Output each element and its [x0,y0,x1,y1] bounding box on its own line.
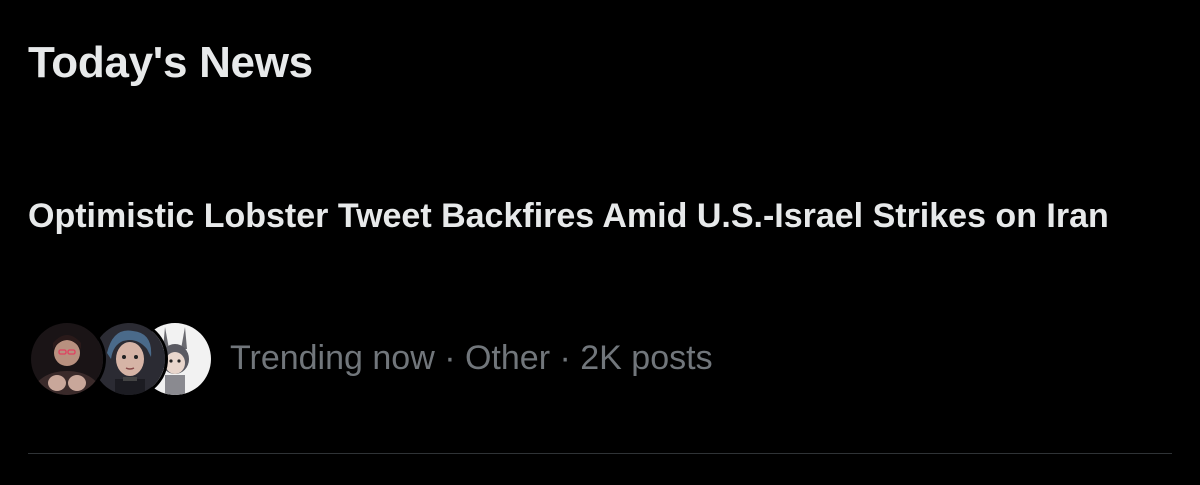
avatar-group [28,320,214,398]
meta-separator: · [444,339,456,377]
section-title: Today's News [28,38,313,87]
news-meta-row: Trending now · Other · 2K posts [28,320,713,398]
news-meta-text: Trending now · Other · 2K posts [230,338,713,378]
news-item[interactable]: Optimistic Lobster Tweet Backfires Amid … [0,180,1200,415]
avatar [28,320,106,398]
meta-separator: · [559,339,571,377]
news-headline[interactable]: Optimistic Lobster Tweet Backfires Amid … [28,194,1158,239]
section-divider [28,453,1172,454]
news-category: Other [464,339,551,377]
post-count: 2K posts [580,339,713,377]
trending-status: Trending now [230,339,435,377]
